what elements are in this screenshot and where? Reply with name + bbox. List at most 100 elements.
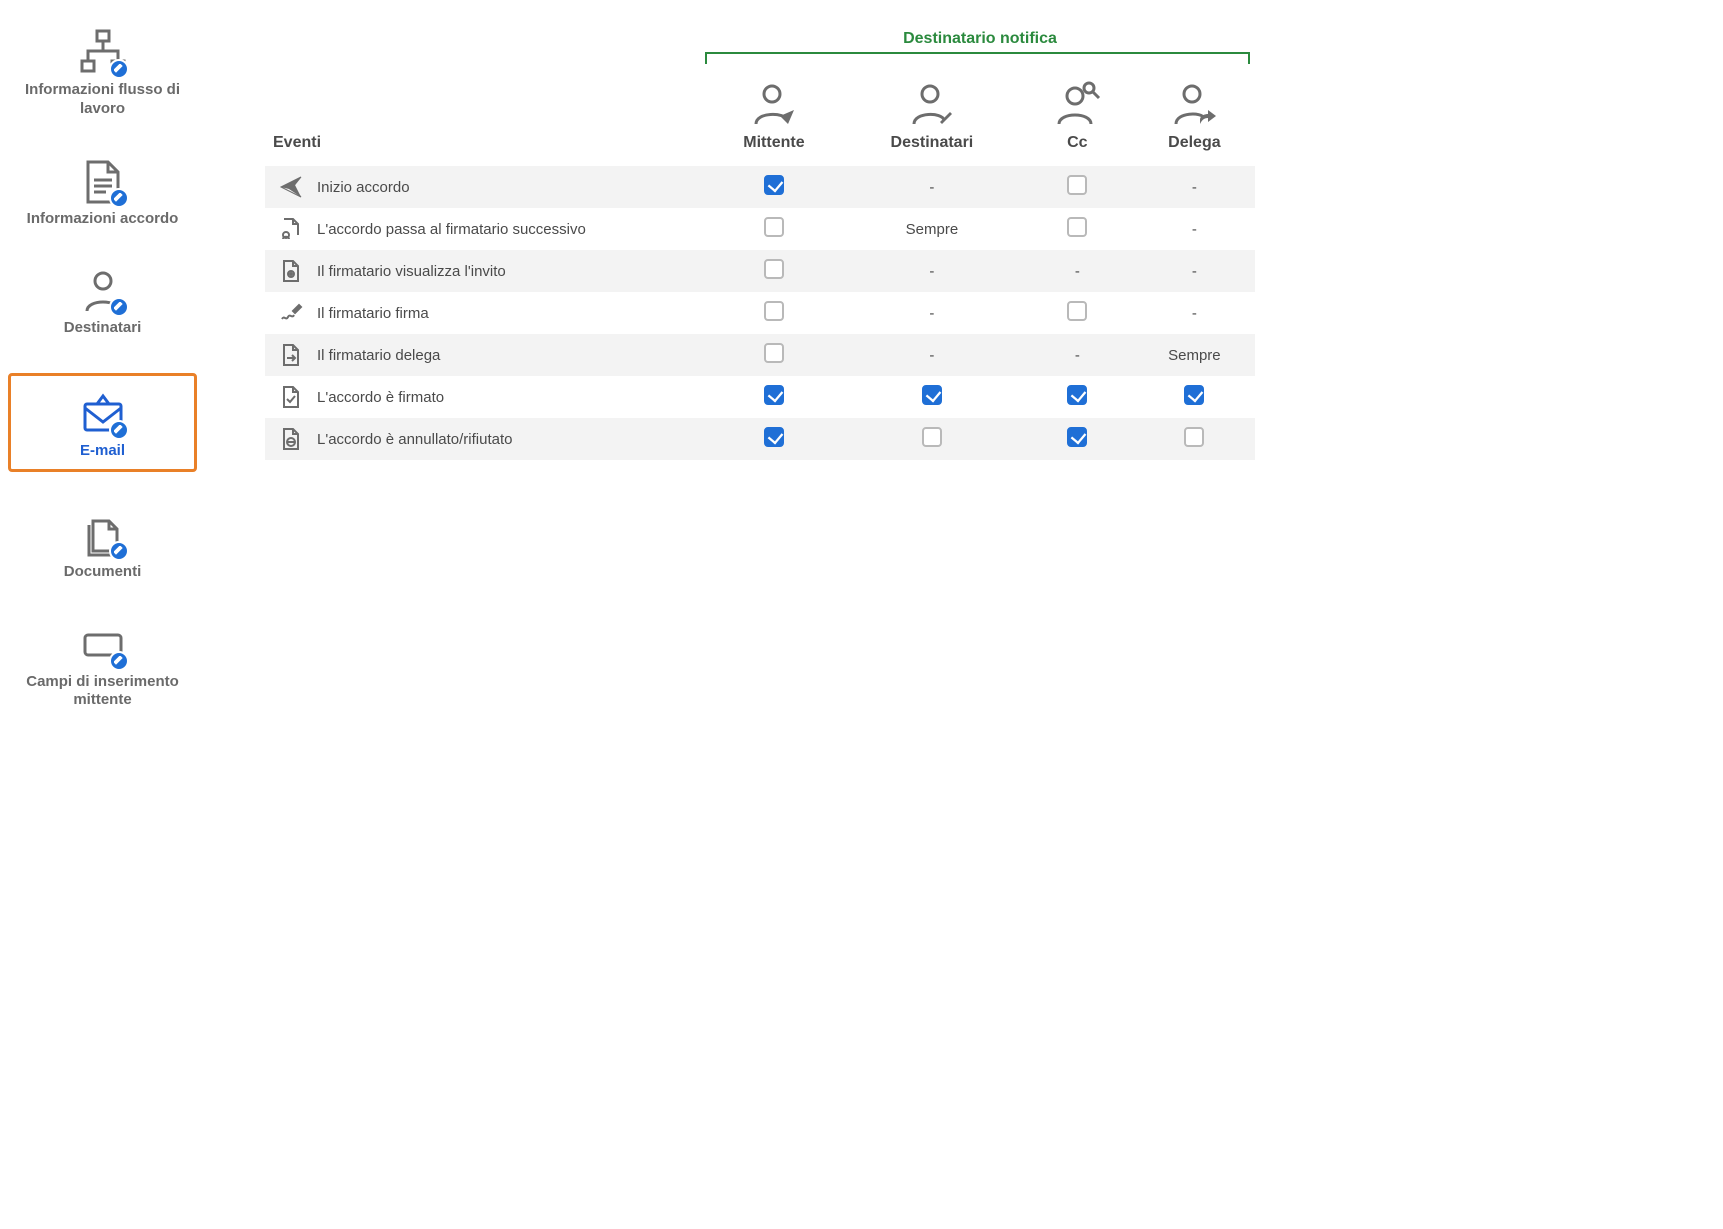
sidebar-item-documents[interactable]: Documenti: [8, 507, 197, 582]
checkbox-agreement-signed-delegate[interactable]: [1184, 385, 1204, 405]
edit-badge-icon: [109, 188, 129, 208]
dash: -: [929, 347, 934, 364]
event-label: Il firmatario firma: [317, 305, 429, 322]
cell-cc: [1021, 376, 1134, 418]
checkbox-agreement-start-sender[interactable]: [764, 175, 784, 195]
input-field-icon: [75, 617, 131, 673]
cell-cc: [1021, 292, 1134, 334]
cell-delegate: [1134, 376, 1255, 418]
signer-views-icon: [279, 259, 303, 283]
cell-delegate: -: [1134, 292, 1255, 334]
edit-badge-icon: [109, 420, 129, 440]
events-table-body: Inizio accordo - - L'accordo passa al fi…: [265, 166, 1255, 460]
cc-icon: [1053, 80, 1101, 128]
recipient-group-bracket: [705, 52, 1250, 64]
cell-sender: [705, 292, 843, 334]
cell-cc: [1021, 208, 1134, 250]
documents-icon: [75, 507, 131, 563]
event-label: Il firmatario visualizza l'invito: [317, 263, 506, 280]
checkbox-agreement-cancelled-recipients[interactable]: [922, 427, 942, 447]
event-cell: L'accordo passa al firmatario successivo: [265, 208, 705, 250]
cell-delegate: [1134, 418, 1255, 460]
checkbox-agreement-signed-sender[interactable]: [764, 385, 784, 405]
dash: -: [1192, 263, 1197, 280]
cell-sender: [705, 250, 843, 292]
column-header-events-label: Eventi: [273, 134, 321, 151]
cell-sender: [705, 418, 843, 460]
cell-recipients: Sempre: [843, 208, 1021, 250]
column-header-events: Eventi: [265, 70, 705, 166]
sidebar-item-label: Documenti: [64, 563, 142, 582]
sidebar-item-label: E-mail: [80, 442, 125, 461]
signer-signs-icon: [279, 301, 303, 325]
checkbox-agreement-cancelled-delegate[interactable]: [1184, 427, 1204, 447]
cell-recipients: [843, 376, 1021, 418]
event-cell: Il firmatario delega: [265, 334, 705, 376]
app-root: Informazioni flusso di lavoro Informazio…: [0, 0, 1295, 920]
checkbox-next-signer-cc[interactable]: [1067, 217, 1087, 237]
event-cell: Inizio accordo: [265, 166, 705, 208]
delegate-icon: [1170, 80, 1218, 128]
table-row: L'accordo è firmato: [265, 376, 1255, 418]
main-panel: Destinatario notifica Eventi Mittente: [205, 0, 1295, 920]
email-icon: [75, 386, 131, 442]
table-row: Il firmatario delega - - Sempre: [265, 334, 1255, 376]
cell-sender: [705, 334, 843, 376]
dash: -: [1075, 263, 1080, 280]
column-header-sender-label: Mittente: [743, 134, 804, 152]
sidebar-item-label: Informazioni flusso di lavoro: [18, 81, 188, 119]
cell-cc: [1021, 418, 1134, 460]
edit-badge-icon: [109, 59, 129, 79]
user-icon: [75, 263, 131, 319]
column-header-delegate-label: Delega: [1168, 134, 1220, 152]
checkbox-agreement-start-cc[interactable]: [1067, 175, 1087, 195]
sidebar-item-agreement-info[interactable]: Informazioni accordo: [8, 154, 197, 229]
column-header-sender: Mittente: [705, 70, 843, 166]
checkbox-signer-views-sender[interactable]: [764, 259, 784, 279]
checkbox-signer-signs-cc[interactable]: [1067, 301, 1087, 321]
sidebar-item-email[interactable]: E-mail: [8, 373, 197, 472]
column-header-delegate: Delega: [1134, 70, 1255, 166]
sidebar-item-sender-input-fields[interactable]: Campi di inserimento mittente: [8, 617, 197, 711]
sidebar-item-workflow-info[interactable]: Informazioni flusso di lavoro: [8, 25, 197, 119]
column-header-recipients-label: Destinatari: [891, 134, 974, 152]
checkbox-agreement-signed-cc[interactable]: [1067, 385, 1087, 405]
event-label: Il firmatario delega: [317, 347, 440, 364]
cell-delegate: -: [1134, 208, 1255, 250]
sidebar-item-label: Campi di inserimento mittente: [18, 673, 188, 711]
column-header-cc-label: Cc: [1067, 134, 1087, 152]
table-row: Il firmatario firma - -: [265, 292, 1255, 334]
column-header-recipients: Destinatari: [843, 70, 1021, 166]
dash: -: [1192, 305, 1197, 322]
cell-delegate: Sempre: [1134, 334, 1255, 376]
next-signer-icon: [279, 217, 303, 241]
document-icon: [75, 154, 131, 210]
table-row: Inizio accordo - -: [265, 166, 1255, 208]
column-header-cc: Cc: [1021, 70, 1134, 166]
sender-icon: [750, 80, 798, 128]
dash: -: [1192, 221, 1197, 238]
checkbox-agreement-cancelled-cc[interactable]: [1067, 427, 1087, 447]
event-label: L'accordo è annullato/rifiutato: [317, 431, 513, 448]
sidebar-item-label: Informazioni accordo: [27, 210, 179, 229]
signer-delegates-icon: [279, 343, 303, 367]
sidebar-item-recipients[interactable]: Destinatari: [8, 263, 197, 338]
checkbox-signer-delegates-sender[interactable]: [764, 343, 784, 363]
checkbox-next-signer-sender[interactable]: [764, 217, 784, 237]
agreement-cancelled-icon: [279, 427, 303, 451]
table-row: Il firmatario visualizza l'invito - - -: [265, 250, 1255, 292]
cell-recipients: -: [843, 250, 1021, 292]
checkbox-agreement-signed-recipients[interactable]: [922, 385, 942, 405]
event-label: L'accordo passa al firmatario successivo: [317, 221, 586, 238]
edit-badge-icon: [109, 651, 129, 671]
event-cell: Il firmatario visualizza l'invito: [265, 250, 705, 292]
agreement-signed-icon: [279, 385, 303, 409]
always-label: Sempre: [906, 221, 959, 238]
checkbox-agreement-cancelled-sender[interactable]: [764, 427, 784, 447]
agreement-start-icon: [279, 175, 303, 199]
dash: -: [929, 179, 934, 196]
event-cell: L'accordo è annullato/rifiutato: [265, 418, 705, 460]
event-cell: L'accordo è firmato: [265, 376, 705, 418]
event-label: Inizio accordo: [317, 179, 410, 196]
checkbox-signer-signs-sender[interactable]: [764, 301, 784, 321]
